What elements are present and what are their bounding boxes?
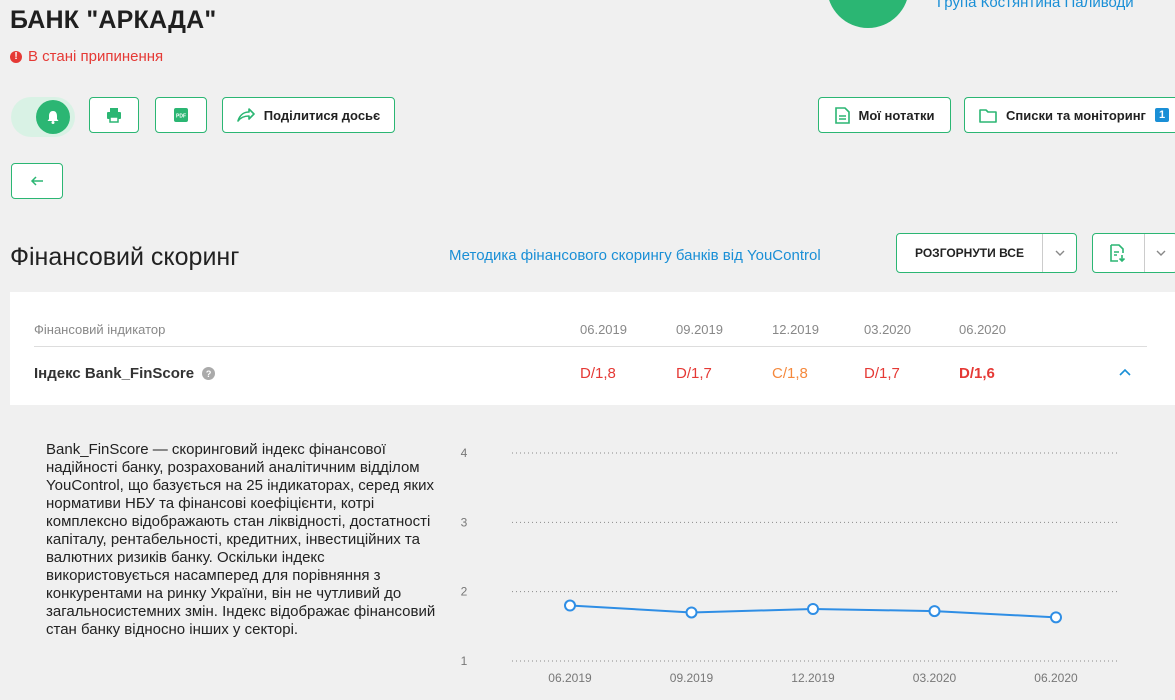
period-column-header: 06.2019 bbox=[580, 322, 627, 337]
chevron-up-icon bbox=[1119, 368, 1131, 376]
score-cell-latest: D/1,6 bbox=[959, 365, 995, 382]
y-tick-label: 4 bbox=[461, 446, 468, 460]
alert-icon: ! bbox=[10, 50, 22, 63]
y-tick-label: 2 bbox=[461, 585, 468, 599]
share-dossier-button[interactable]: Поділитися досьє bbox=[222, 97, 395, 133]
bank-title: БАНК "АРКАДА" bbox=[10, 6, 217, 34]
pdf-badge: PDF bbox=[176, 114, 186, 120]
lists-monitoring-button[interactable]: Списки та моніторинг 1 bbox=[964, 97, 1175, 133]
finscore-label-text: Індекс Bank_FinScore bbox=[34, 365, 195, 382]
data-point bbox=[928, 605, 941, 618]
chevron-down-icon bbox=[1156, 250, 1166, 256]
pdf-icon: PDF bbox=[174, 108, 188, 122]
data-point bbox=[1050, 611, 1062, 624]
score-cell: D/1,8 bbox=[580, 365, 616, 382]
score-cell: C/1,8 bbox=[772, 365, 808, 382]
score-cell: D/1,7 bbox=[864, 365, 900, 382]
back-button[interactable] bbox=[11, 163, 63, 199]
bell-icon bbox=[47, 111, 59, 124]
period-column-header: 12.2019 bbox=[772, 322, 819, 337]
share-dossier-label: Поділитися досьє bbox=[263, 107, 381, 123]
help-icon[interactable]: ? bbox=[202, 367, 216, 380]
share-arrow-icon bbox=[236, 108, 255, 122]
x-tick-label: 12.2019 bbox=[791, 671, 835, 685]
finscore-row-label[interactable]: Індекс Bank_FinScore ? bbox=[34, 365, 216, 382]
x-tick-label: 03.2020 bbox=[913, 671, 957, 685]
group-logo[interactable] bbox=[827, 0, 909, 28]
my-notes-label: Мої нотатки bbox=[858, 107, 935, 123]
y-tick-label: 1 bbox=[461, 654, 468, 668]
export-dropdown[interactable] bbox=[1092, 233, 1175, 273]
note-icon bbox=[834, 106, 850, 124]
indicator-column-header: Фінансовий індикатор bbox=[34, 322, 166, 337]
x-tick-label: 06.2020 bbox=[1034, 671, 1078, 685]
monitoring-toggle[interactable] bbox=[11, 97, 75, 137]
toggle-knob bbox=[36, 100, 70, 134]
header-divider bbox=[34, 346, 1147, 347]
folder-icon bbox=[979, 108, 997, 123]
finscore-description: Bank_FinScore — скоринговий індекс фінан… bbox=[46, 441, 436, 638]
pdf-button[interactable]: PDF bbox=[155, 97, 207, 133]
methodology-link[interactable]: Методика фінансового скорингу банків від… bbox=[449, 247, 821, 264]
data-point bbox=[685, 606, 698, 619]
y-tick-label: 3 bbox=[461, 515, 468, 529]
score-cell: D/1,7 bbox=[676, 365, 712, 382]
period-column-header: 03.2020 bbox=[864, 322, 911, 337]
status-text: В стані припинення bbox=[28, 48, 164, 65]
lists-count-badge: 1 bbox=[1154, 108, 1170, 122]
expand-options-button[interactable] bbox=[1042, 234, 1076, 272]
expand-all-dropdown[interactable]: РОЗГОРНУТИ ВСЕ bbox=[896, 233, 1077, 273]
chevron-down-icon bbox=[1055, 250, 1064, 256]
group-link[interactable]: Група Костянтина Паливоди bbox=[937, 0, 1134, 11]
my-notes-button[interactable]: Мої нотатки bbox=[818, 97, 951, 133]
section-title: Фінансовий скоринг bbox=[10, 243, 240, 271]
expand-all-button[interactable]: РОЗГОРНУТИ ВСЕ bbox=[897, 234, 1042, 272]
x-tick-label: 09.2019 bbox=[670, 671, 714, 685]
status-badge: ! В стані припинення bbox=[10, 48, 163, 65]
period-column-header: 06.2020 bbox=[959, 322, 1006, 337]
lists-monitoring-label: Списки та моніторинг bbox=[1006, 107, 1146, 123]
finscore-chart: 1 2 3 4 06.2019 09.2019 12.2019 03.2020 06.2020 bbox=[461, 446, 1120, 685]
arrow-left-icon bbox=[30, 176, 43, 186]
data-point bbox=[564, 599, 576, 612]
export-options-button[interactable] bbox=[1143, 234, 1175, 272]
data-point bbox=[807, 603, 819, 615]
period-column-header: 09.2019 bbox=[676, 322, 723, 337]
export-file-icon bbox=[1110, 244, 1126, 262]
print-button[interactable] bbox=[89, 97, 139, 133]
collapse-row-button[interactable] bbox=[1113, 360, 1137, 384]
x-tick-label: 06.2019 bbox=[548, 671, 592, 685]
printer-icon bbox=[107, 108, 121, 123]
export-button[interactable] bbox=[1093, 234, 1144, 272]
scoring-table: Фінансовий індикатор 06.2019 09.2019 12.… bbox=[10, 292, 1175, 405]
